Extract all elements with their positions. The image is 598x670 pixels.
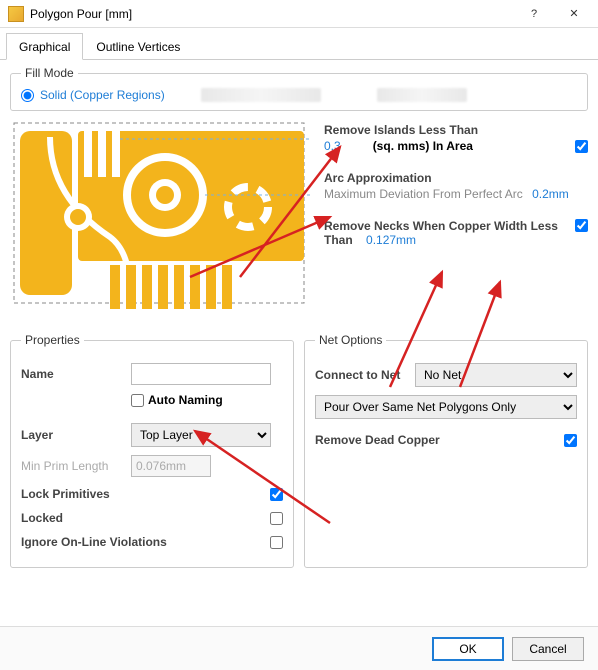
solid-radio-label: Solid (Copper Regions) bbox=[40, 88, 165, 102]
remove-dead-copper-checkbox[interactable] bbox=[564, 434, 577, 447]
locked-label: Locked bbox=[21, 511, 270, 525]
name-input[interactable] bbox=[131, 363, 271, 385]
ok-button[interactable]: OK bbox=[432, 637, 504, 661]
min-prim-label: Min Prim Length bbox=[21, 459, 131, 473]
remove-islands-unit: (sq. mms) In Area bbox=[373, 139, 473, 153]
app-icon bbox=[8, 6, 24, 22]
close-button[interactable]: ✕ bbox=[554, 2, 594, 26]
auto-naming-checkbox[interactable] bbox=[131, 394, 144, 407]
tab-graphical[interactable]: Graphical bbox=[6, 33, 83, 60]
ignore-violations-checkbox[interactable] bbox=[270, 536, 283, 549]
window-title: Polygon Pour [mm] bbox=[30, 7, 514, 21]
remove-islands-title: Remove Islands Less Than bbox=[324, 123, 588, 137]
lock-primitives-checkbox[interactable] bbox=[270, 488, 283, 501]
min-prim-input bbox=[131, 455, 211, 477]
pour-mode-select[interactable]: Pour Over Same Net Polygons Only bbox=[315, 395, 577, 419]
tab-outline-vertices[interactable]: Outline Vertices bbox=[83, 33, 193, 60]
ignore-violations-label: Ignore On-Line Violations bbox=[21, 535, 270, 549]
remove-islands-checkbox[interactable] bbox=[575, 140, 588, 153]
name-label: Name bbox=[21, 367, 131, 381]
help-button[interactable]: ? bbox=[514, 2, 554, 26]
remove-dead-copper-label: Remove Dead Copper bbox=[315, 433, 564, 447]
locked-checkbox[interactable] bbox=[270, 512, 283, 525]
arc-approx-title: Arc Approximation bbox=[324, 171, 588, 185]
blurred-option bbox=[201, 88, 321, 102]
fill-mode-group: Fill Mode Solid (Copper Regions) bbox=[10, 66, 588, 111]
lock-primitives-label: Lock Primitives bbox=[21, 487, 270, 501]
polygon-preview bbox=[10, 117, 310, 327]
remove-islands-value[interactable]: 0.3 bbox=[324, 139, 341, 153]
net-options-group: Net Options Connect to Net No Net Pour O… bbox=[304, 333, 588, 568]
remove-necks-value[interactable]: 0.127mm bbox=[366, 233, 416, 247]
properties-group: Properties Name Auto Naming Layer Top La… bbox=[10, 333, 294, 568]
layer-label: Layer bbox=[21, 428, 131, 442]
fill-mode-legend: Fill Mode bbox=[21, 66, 78, 80]
arc-approx-sub: Maximum Deviation From Perfect Arc bbox=[324, 187, 523, 201]
arc-approx-value[interactable]: 0.2mm bbox=[532, 187, 569, 201]
layer-select[interactable]: Top Layer bbox=[131, 423, 271, 447]
remove-necks-checkbox[interactable] bbox=[575, 219, 588, 232]
auto-naming-label: Auto Naming bbox=[148, 393, 223, 407]
connect-to-net-select[interactable]: No Net bbox=[415, 363, 577, 387]
remove-necks-title: Remove Necks When Copper Width Less Than bbox=[324, 219, 558, 247]
blurred-option bbox=[377, 88, 467, 102]
properties-legend: Properties bbox=[21, 333, 84, 347]
cancel-button[interactable]: Cancel bbox=[512, 637, 584, 661]
solid-radio[interactable] bbox=[21, 89, 34, 102]
net-options-legend: Net Options bbox=[315, 333, 386, 347]
connect-to-net-label: Connect to Net bbox=[315, 368, 415, 382]
